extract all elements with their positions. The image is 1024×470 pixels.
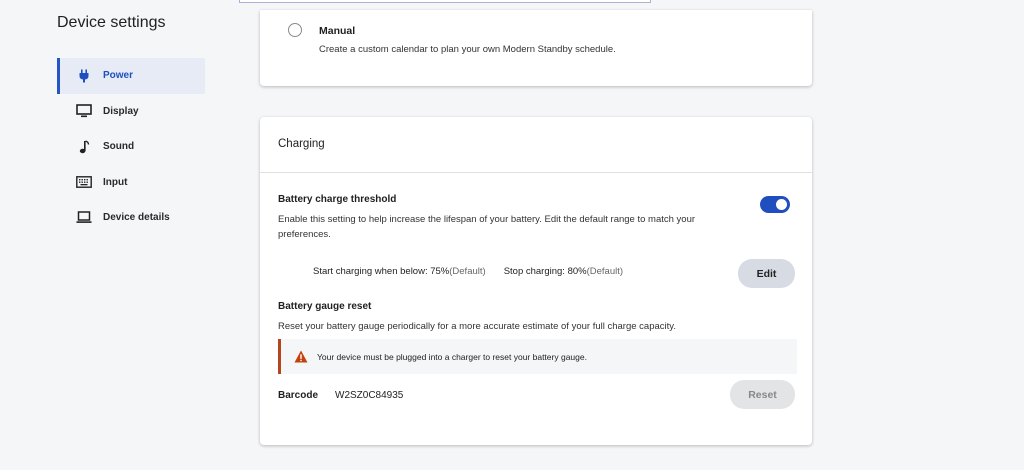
sidebar-item-sound[interactable]: Sound	[57, 129, 205, 165]
edit-button[interactable]: Edit	[738, 259, 795, 288]
charging-card: Charging Battery charge threshold Enable…	[260, 117, 812, 445]
warning-text: Your device must be plugged into a charg…	[317, 351, 587, 362]
sidebar-nav: Power Display Sound Input Device details	[57, 58, 205, 236]
toggle-knob	[776, 199, 787, 210]
battery-gauge-description: Reset your battery gauge periodically fo…	[278, 321, 676, 332]
battery-threshold-title: Battery charge threshold	[278, 194, 397, 205]
music-note-icon	[75, 138, 93, 156]
description-line: Enable this setting to help increase the…	[278, 214, 696, 225]
page-title: Device settings	[57, 14, 166, 31]
warning-banner: Your device must be plugged into a charg…	[278, 339, 797, 374]
sidebar-item-label: Sound	[103, 141, 135, 153]
charging-header: Charging	[260, 117, 812, 173]
battery-gauge-title: Battery gauge reset	[278, 301, 372, 312]
manual-option-card: Manual Create a custom calendar to plan …	[260, 10, 812, 86]
reset-button[interactable]: Reset	[730, 380, 795, 409]
sidebar-item-label: Input	[103, 176, 128, 188]
sidebar-item-display[interactable]: Display	[57, 94, 205, 130]
sidebar-item-power[interactable]: Power	[57, 58, 205, 94]
keyboard-icon	[75, 173, 93, 191]
start-default-label: (Default)	[449, 266, 486, 277]
sidebar-item-label: Display	[103, 105, 139, 117]
stop-default-label: (Default)	[586, 266, 624, 277]
description-line: preferences.	[278, 229, 331, 240]
sidebar-item-label: Device details	[103, 212, 170, 224]
battery-threshold-toggle[interactable]	[760, 196, 790, 213]
barcode-label: Barcode	[278, 390, 319, 401]
search-box-edge	[239, 0, 651, 3]
plug-icon	[75, 67, 93, 85]
charge-range: Start charging when below: 75%(Default) S…	[313, 266, 623, 277]
monitor-icon	[75, 102, 93, 120]
manual-option-title: Manual	[319, 25, 356, 37]
stop-charging-value: Stop charging: 80%	[503, 266, 587, 277]
manual-radio-button[interactable]	[288, 23, 302, 37]
sidebar-item-label: Power	[103, 70, 134, 82]
warning-icon	[294, 350, 308, 364]
barcode-value: W2SZ0C84935	[335, 390, 404, 401]
battery-threshold-description: Enable this setting to help increase the…	[278, 212, 695, 242]
sidebar-item-device-details[interactable]: Device details	[57, 200, 205, 236]
start-charging-value: Start charging when below: 75%	[313, 266, 450, 277]
sidebar: Device settings Power Display Sound Inpu…	[0, 0, 220, 470]
manual-option-description: Create a custom calendar to plan your ow…	[319, 44, 616, 55]
charging-title: Charging	[278, 138, 325, 150]
sidebar-item-input[interactable]: Input	[57, 165, 205, 201]
laptop-icon	[75, 209, 93, 227]
